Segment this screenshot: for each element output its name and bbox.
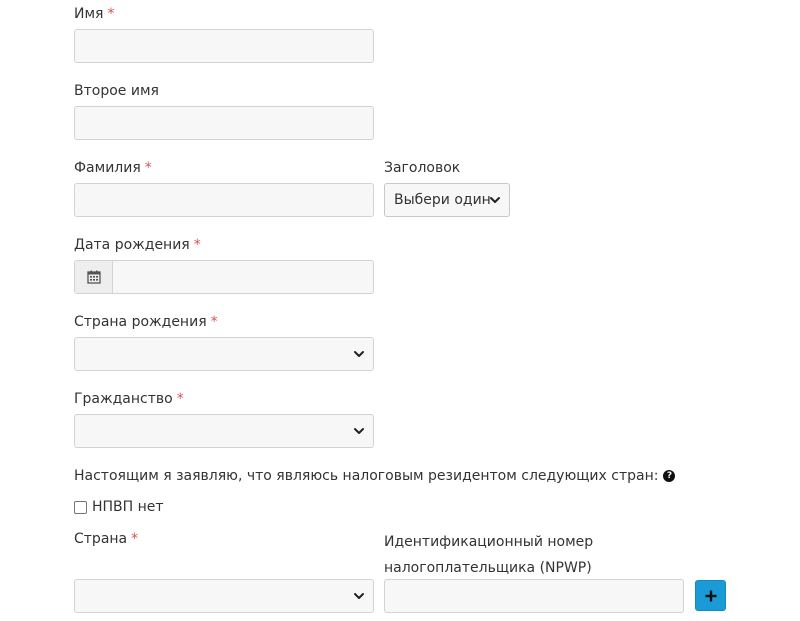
citizenship-label: Гражданство * (74, 391, 184, 407)
birth-date-input[interactable] (74, 260, 374, 294)
required-mark: * (131, 531, 139, 547)
required-mark: * (210, 314, 218, 330)
tax-residency-declaration: Настоящим я заявляю, что являюсь налогов… (74, 466, 676, 486)
title-label: Заголовок (384, 160, 461, 176)
no-npwp-checkbox[interactable] (74, 500, 87, 514)
birth-date-label: Дата рождения * (74, 237, 201, 253)
first-name-input[interactable] (74, 29, 374, 63)
title-select[interactable]: Выбери один (384, 183, 510, 217)
middle-name-input[interactable] (74, 106, 374, 140)
no-npwp-label: НПВП нет (92, 499, 164, 515)
required-mark: * (144, 160, 152, 176)
citizenship-select[interactable] (74, 414, 374, 448)
question-circle-icon[interactable]: ? (663, 470, 676, 482)
chevron-down-icon (490, 197, 500, 203)
birth-country-label: Страна рождения * (74, 314, 218, 330)
required-mark: * (176, 391, 184, 407)
last-name-input[interactable] (74, 183, 374, 217)
calendar-icon (86, 270, 101, 284)
country-select[interactable] (74, 579, 374, 613)
required-mark: * (193, 237, 201, 253)
middle-name-label: Второе имя (74, 83, 159, 99)
chevron-down-icon (354, 428, 364, 434)
add-tax-residency-button[interactable] (695, 580, 726, 611)
last-name-label: Фамилия * (74, 160, 152, 176)
country-label: Страна * (74, 531, 139, 547)
chevron-down-icon (354, 593, 364, 599)
tax-id-input[interactable] (384, 579, 684, 613)
chevron-down-icon (354, 351, 364, 357)
plus-icon (705, 590, 716, 601)
first-name-label: Имя * (74, 6, 115, 22)
required-mark: * (107, 6, 115, 22)
calendar-button[interactable] (75, 261, 113, 293)
title-select-value: Выбери один (394, 192, 491, 208)
tax-id-label: Идентификационный номер налогоплательщик… (384, 534, 594, 576)
birth-country-select[interactable] (74, 337, 374, 371)
no-npwp-option[interactable]: НПВП нет (74, 497, 164, 517)
